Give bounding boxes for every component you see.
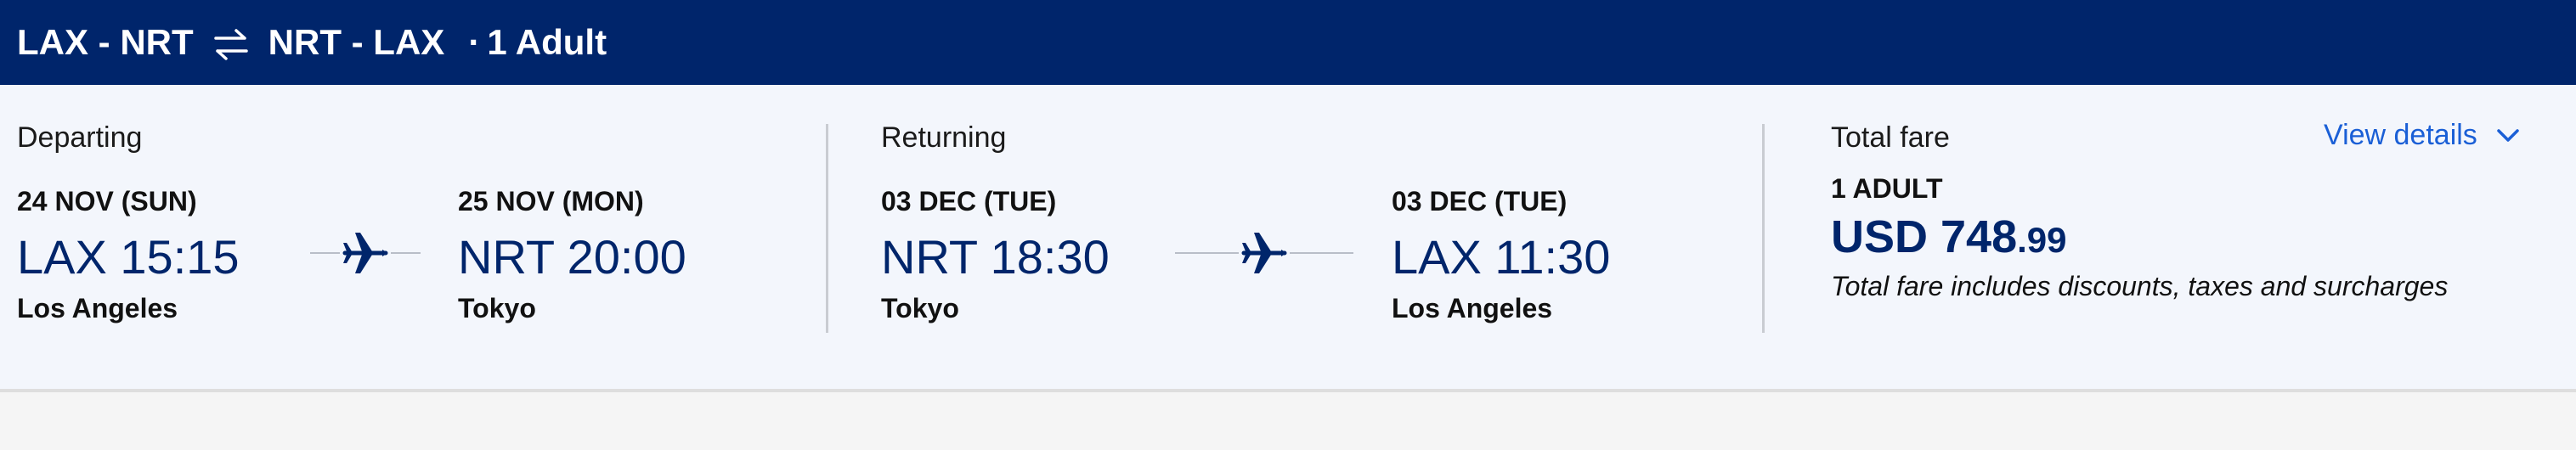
- returning-origin-time: NRT 18:30: [881, 230, 1110, 284]
- total-fare-price: USD 748.99: [1831, 211, 2067, 263]
- airplane-icon: [340, 228, 391, 278]
- returning-flight-path: [1175, 228, 1353, 278]
- fare-passenger-type: 1 ADULT: [1831, 173, 1943, 204]
- departing-destination-date: 25 NOV (MON): [458, 186, 644, 217]
- departing-label: Departing: [17, 121, 143, 154]
- departing-origin-time: LAX 15:15: [17, 230, 240, 284]
- return-route: NRT - LAX: [268, 22, 445, 62]
- section-divider: [826, 124, 828, 333]
- departing-origin-city: Los Angeles: [17, 293, 178, 323]
- departing-destination-time: NRT 20:00: [458, 230, 686, 284]
- departing-destination-city: Tokyo: [458, 293, 536, 323]
- itinerary-header: LAX - NRT NRT - LAX · 1 Adult: [0, 0, 2576, 85]
- returning-origin-date: 03 DEC (TUE): [881, 186, 1057, 217]
- header-separator: ·: [468, 22, 481, 62]
- returning-destination-date: 03 DEC (TUE): [1392, 186, 1568, 217]
- returning-destination-city: Los Angeles: [1392, 293, 1553, 323]
- passenger-count: 1 Adult: [487, 22, 607, 62]
- fare-amount: USD 748: [1831, 211, 2018, 262]
- returning-label: Returning: [881, 121, 1007, 154]
- total-fare-label: Total fare: [1831, 121, 1950, 154]
- departing-origin-date: 24 NOV (SUN): [17, 186, 197, 217]
- round-trip-arrows-icon: [213, 29, 248, 60]
- chevron-down-icon: [2497, 128, 2519, 142]
- view-details-link[interactable]: View details: [2324, 119, 2520, 152]
- airplane-icon: [1239, 228, 1290, 278]
- section-divider: [1762, 124, 1765, 333]
- returning-destination-time: LAX 11:30: [1392, 230, 1611, 284]
- view-details-label: View details: [2324, 119, 2477, 151]
- departing-flight-path: [310, 228, 421, 278]
- fare-cents: .99: [2017, 220, 2067, 260]
- returning-origin-city: Tokyo: [881, 293, 959, 323]
- outbound-route: LAX - NRT: [17, 22, 194, 62]
- fare-disclaimer: Total fare includes discounts, taxes and…: [1831, 271, 2449, 301]
